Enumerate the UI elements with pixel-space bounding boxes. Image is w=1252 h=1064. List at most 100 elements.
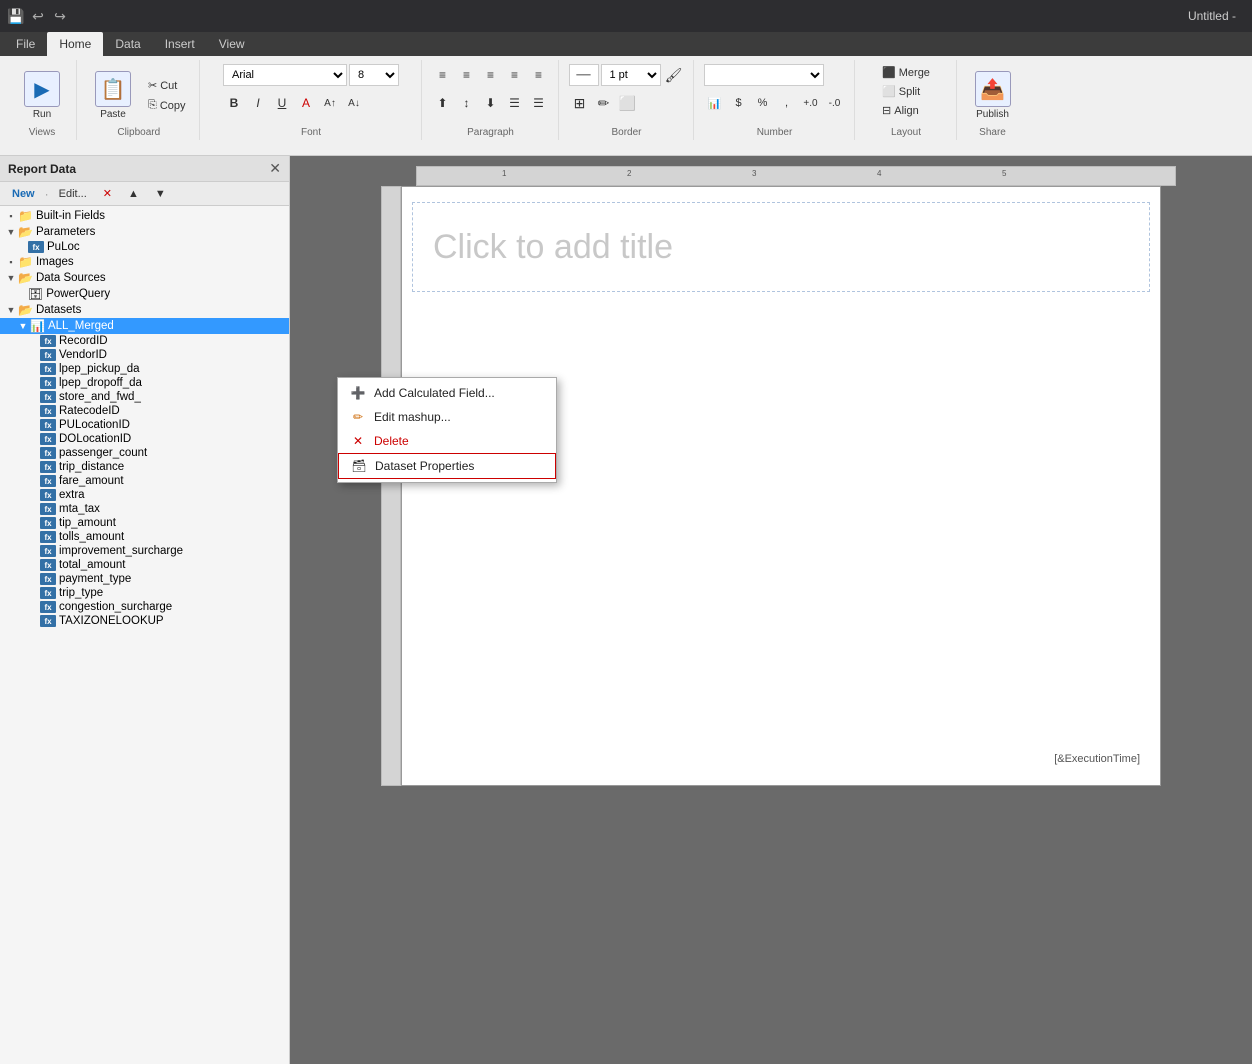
- edit-button[interactable]: Edit...: [53, 186, 93, 202]
- border-eraser-btn[interactable]: ⬜: [617, 92, 639, 114]
- menu-data[interactable]: Data: [103, 32, 152, 56]
- tree-taxizonelookup[interactable]: fx TAXIZONELOOKUP: [0, 614, 289, 628]
- tree-vendorid[interactable]: fx VendorID: [0, 348, 289, 362]
- report-canvas[interactable]: Click to add title [&ExecutionTime] ➕ Ad…: [401, 186, 1161, 786]
- ruler-vertical: [381, 186, 401, 786]
- number-format-select[interactable]: [704, 64, 824, 86]
- tree-data-sources[interactable]: ▼ 📂 Data Sources: [0, 270, 289, 286]
- border-style-select[interactable]: ──: [569, 64, 599, 86]
- bullet-button[interactable]: ☰: [504, 92, 526, 114]
- border-size-select[interactable]: 1 pt2 pt3 pt: [601, 64, 661, 86]
- copy-button[interactable]: ⎘Copy: [143, 97, 191, 114]
- folder-icon: 📂: [18, 271, 33, 285]
- tree-total-amount[interactable]: fx total_amount: [0, 558, 289, 572]
- font-size-up-button[interactable]: A↑: [319, 92, 341, 114]
- tree-trip-type[interactable]: fx trip_type: [0, 586, 289, 600]
- align-button[interactable]: ⊟Align: [877, 102, 924, 119]
- paragraph-label: Paragraph: [467, 127, 514, 140]
- save-icon[interactable]: 💾: [8, 8, 24, 24]
- tree-built-in-fields[interactable]: ▪ 📁 Built-in Fields: [0, 208, 289, 224]
- align-left-button[interactable]: ≡: [432, 64, 454, 86]
- font-family-select[interactable]: ArialCalibriTimes New Roman: [223, 64, 347, 86]
- comma-btn[interactable]: ,: [776, 92, 798, 114]
- tree-datasets[interactable]: ▼ 📂 Datasets: [0, 302, 289, 318]
- menu-insert[interactable]: Insert: [153, 32, 207, 56]
- tree-puloc[interactable]: fx PuLoc: [0, 240, 289, 254]
- font-size-select[interactable]: 89101112: [349, 64, 399, 86]
- align-center-button[interactable]: ≡: [456, 64, 478, 86]
- tree-fare-amount[interactable]: fx fare_amount: [0, 474, 289, 488]
- border-all-btn[interactable]: ⊞: [569, 92, 591, 114]
- split-button[interactable]: ⬜Split: [877, 83, 925, 100]
- paste-icon: 📋: [95, 71, 131, 107]
- field-icon: fx: [40, 601, 56, 613]
- valign-bot-button[interactable]: ⬇: [480, 92, 502, 114]
- redo-icon[interactable]: ↪: [52, 8, 68, 24]
- menu-file[interactable]: File: [4, 32, 47, 56]
- tree-mta-tax[interactable]: fx mta_tax: [0, 502, 289, 516]
- number-expr-btn[interactable]: 📊: [704, 92, 726, 114]
- tree-parameters[interactable]: ▼ 📂 Parameters: [0, 224, 289, 240]
- delete-icon: ✕: [350, 434, 366, 448]
- panel-close-button[interactable]: ✕: [269, 160, 281, 177]
- tree-dolocationid[interactable]: fx DOLocationID: [0, 432, 289, 446]
- tree-trip-distance[interactable]: fx trip_distance: [0, 460, 289, 474]
- numbered-button[interactable]: ☰: [528, 92, 550, 114]
- cut-button[interactable]: ✂Cut: [143, 77, 191, 94]
- panel-toolbar: New · Edit... ✕ ▲ ▼: [0, 182, 289, 206]
- align-right-button[interactable]: ≡: [480, 64, 502, 86]
- tree-powerquery[interactable]: 🗄 PowerQuery: [0, 286, 289, 302]
- undo-icon[interactable]: ↩: [30, 8, 46, 24]
- paste-button[interactable]: 📋 Paste: [87, 67, 139, 124]
- font-color-button[interactable]: A: [295, 92, 317, 114]
- percent-btn[interactable]: %: [752, 92, 774, 114]
- italic-button[interactable]: I: [247, 92, 269, 114]
- indent-more-button[interactable]: ≡: [528, 64, 550, 86]
- field-icon: fx: [40, 517, 56, 529]
- tree-ratecodeid[interactable]: fx RatecodeID: [0, 404, 289, 418]
- font-size-dn-button[interactable]: A↓: [343, 92, 365, 114]
- tree-extra[interactable]: fx extra: [0, 488, 289, 502]
- decimal-dec-btn[interactable]: -.0: [824, 92, 846, 114]
- bold-button[interactable]: B: [223, 92, 245, 114]
- run-button[interactable]: ▶ Run: [16, 67, 68, 124]
- new-button[interactable]: New: [6, 186, 41, 202]
- move-up-button[interactable]: ▲: [122, 186, 145, 202]
- edit-mashup-item[interactable]: ✏ Edit mashup...: [338, 405, 556, 429]
- tree-improvement-surcharge[interactable]: fx improvement_surcharge: [0, 544, 289, 558]
- justify-button[interactable]: ≡: [504, 64, 526, 86]
- underline-button[interactable]: U: [271, 92, 293, 114]
- border-color-btn[interactable]: 🖌: [663, 64, 685, 86]
- tree-recordid[interactable]: fx RecordID: [0, 334, 289, 348]
- border-pencil-btn[interactable]: ✏: [593, 92, 615, 114]
- publish-button[interactable]: 📤 Publish: [967, 67, 1019, 124]
- tree-lpep-dropoff[interactable]: fx lpep_dropoff_da: [0, 376, 289, 390]
- move-down-button[interactable]: ▼: [149, 186, 172, 202]
- font-label: Font: [301, 127, 321, 140]
- tree-passenger-count[interactable]: fx passenger_count: [0, 446, 289, 460]
- delete-toolbar-button[interactable]: ✕: [97, 185, 118, 202]
- tree-store-fwd[interactable]: fx store_and_fwd_: [0, 390, 289, 404]
- dataset-folder-icon: 📊: [30, 319, 45, 333]
- add-calculated-field-item[interactable]: ➕ Add Calculated Field...: [338, 381, 556, 405]
- window-title: Untitled -: [1188, 9, 1244, 23]
- tree-payment-type[interactable]: fx payment_type: [0, 572, 289, 586]
- dataset-properties-item[interactable]: 🗃 Dataset Properties: [338, 453, 556, 479]
- valign-mid-button[interactable]: ↕: [456, 92, 478, 114]
- menu-home[interactable]: Home: [47, 32, 103, 56]
- ribbon-group-share: 📤 Publish Share: [959, 60, 1027, 140]
- tree-all-merged[interactable]: ▼ 📊 ALL_Merged: [0, 318, 289, 334]
- tree-congestion-surcharge[interactable]: fx congestion_surcharge: [0, 600, 289, 614]
- tree-lpep-pickup[interactable]: fx lpep_pickup_da: [0, 362, 289, 376]
- delete-item[interactable]: ✕ Delete: [338, 429, 556, 453]
- currency-btn[interactable]: $: [728, 92, 750, 114]
- title-placeholder-box[interactable]: Click to add title: [412, 202, 1150, 292]
- tree-pulocationid[interactable]: fx PULocationID: [0, 418, 289, 432]
- merge-button[interactable]: ⬛Merge: [877, 64, 935, 81]
- valign-top-button[interactable]: ⬆: [432, 92, 454, 114]
- menu-view[interactable]: View: [207, 32, 257, 56]
- decimal-inc-btn[interactable]: +.0: [800, 92, 822, 114]
- tree-tip-amount[interactable]: fx tip_amount: [0, 516, 289, 530]
- tree-images[interactable]: ▪ 📁 Images: [0, 254, 289, 270]
- tree-tolls-amount[interactable]: fx tolls_amount: [0, 530, 289, 544]
